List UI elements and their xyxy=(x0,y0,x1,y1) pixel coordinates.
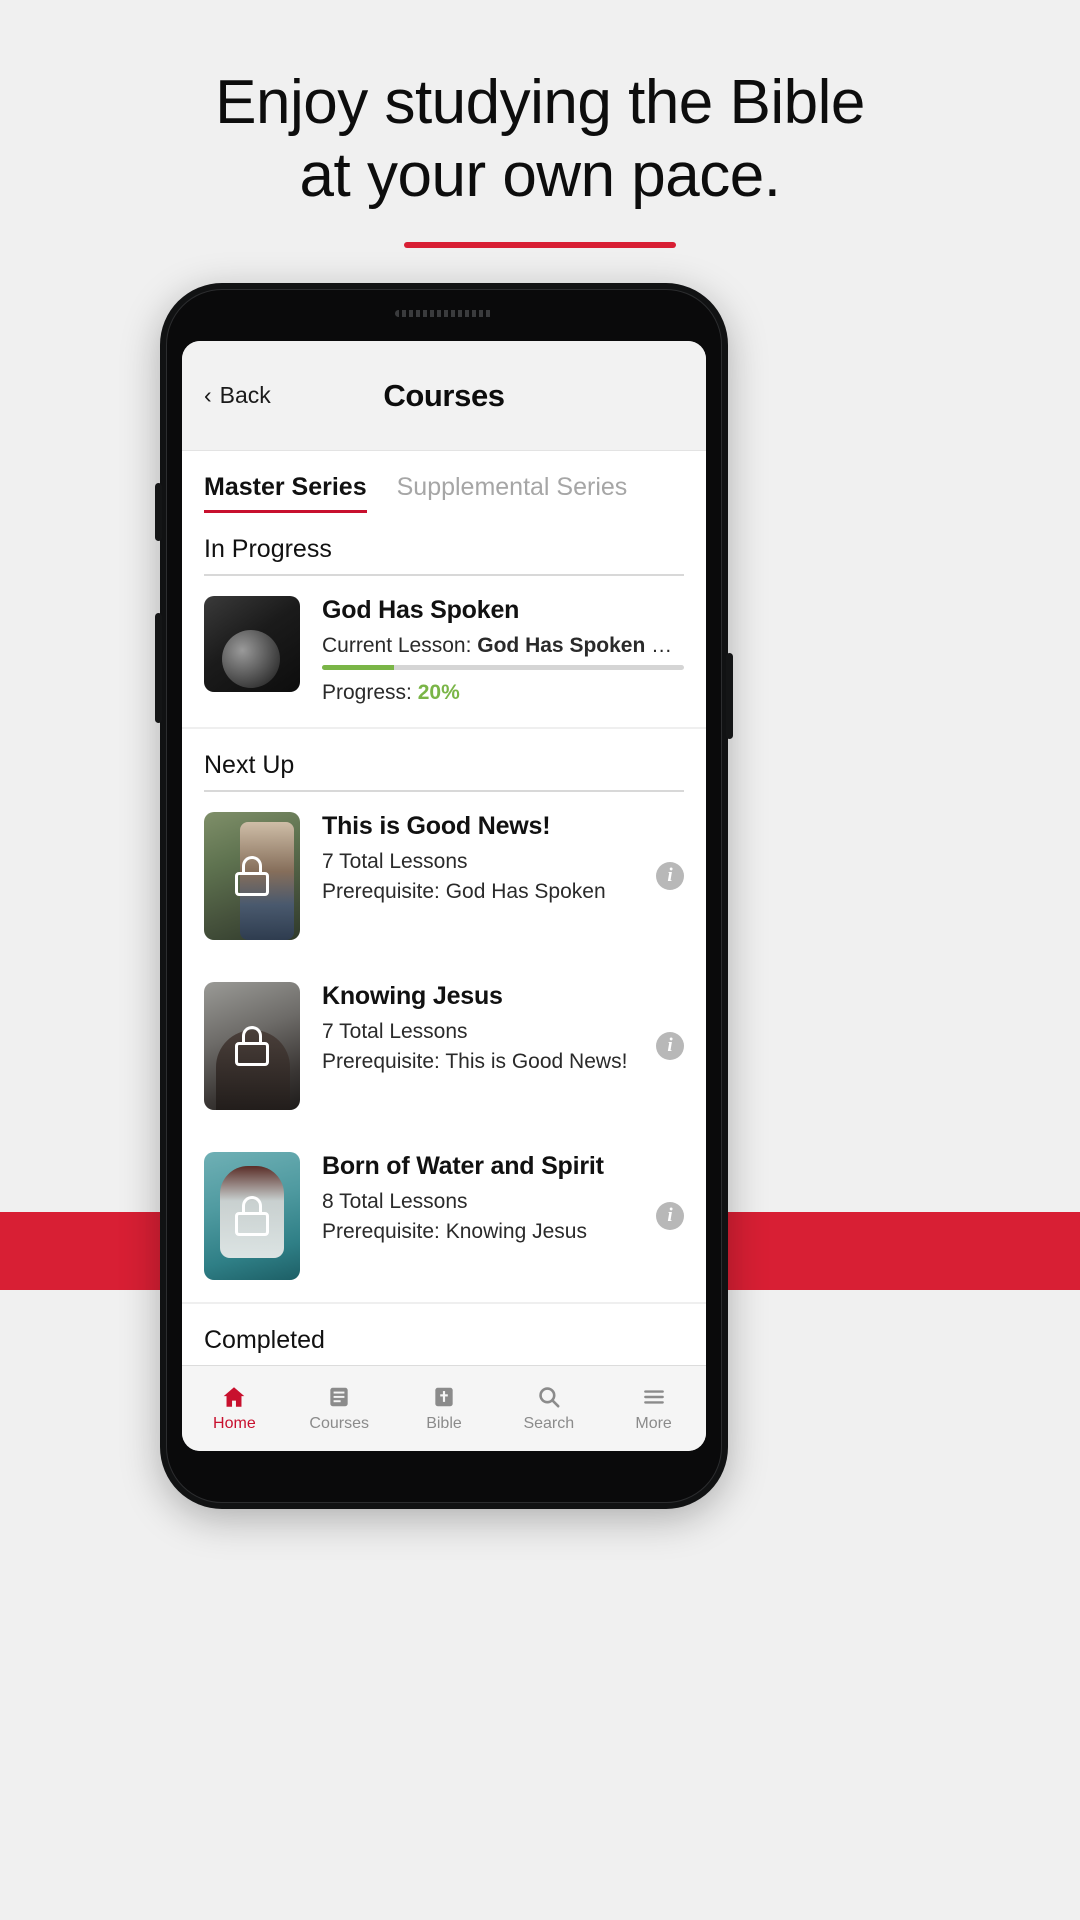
tab-supplemental-series[interactable]: Supplemental Series xyxy=(397,473,628,513)
progress-line: Progress: 20% xyxy=(322,681,684,705)
book-icon xyxy=(330,1387,348,1407)
page-title: Enjoy studying the Bible at your own pac… xyxy=(0,66,1080,212)
info-icon[interactable]: i xyxy=(656,862,684,890)
section-heading-in-progress: In Progress xyxy=(204,535,332,563)
tab-search[interactable]: Search xyxy=(496,1366,601,1451)
tab-courses-label: Courses xyxy=(309,1415,369,1432)
progress-bar-track xyxy=(322,665,684,670)
series-tab-bar: Master Series Supplemental Series xyxy=(182,451,706,513)
volume-up-button[interactable] xyxy=(155,483,162,541)
section-heading-next-up: Next Up xyxy=(204,751,295,779)
course-title: Born of Water and Spirit xyxy=(322,1152,604,1180)
course-lessons-count: 7 Total Lessons xyxy=(322,850,468,873)
app-navbar: ‹ Back Courses xyxy=(182,341,706,451)
headline-line-1: Enjoy studying the Bible xyxy=(215,68,865,137)
tab-master-series[interactable]: Master Series xyxy=(204,473,367,513)
completed-panel: Completed xyxy=(182,1304,706,1365)
tab-bible-label: Bible xyxy=(426,1415,462,1432)
course-thumbnail xyxy=(204,982,300,1110)
course-row-locked[interactable]: This is Good News! 7 Total Lessons Prere… xyxy=(182,792,706,962)
course-prerequisite: Prerequisite: God Has Spoken xyxy=(322,880,606,903)
info-icon[interactable]: i xyxy=(656,1202,684,1230)
course-lessons-count: 8 Total Lessons xyxy=(322,1190,468,1213)
next-up-panel: Next Up This is Good News! 7 Total Lesso… xyxy=(182,729,706,1302)
lock-icon xyxy=(235,1026,269,1066)
chevron-left-icon: ‹ xyxy=(204,382,212,408)
course-row-locked[interactable]: Knowing Jesus 7 Total Lessons Prerequisi… xyxy=(182,962,706,1132)
course-title: Knowing Jesus xyxy=(322,982,503,1010)
lock-icon xyxy=(235,856,269,896)
in-progress-panel: Master Series Supplemental Series In Pro… xyxy=(182,451,706,727)
back-button[interactable]: ‹ Back xyxy=(204,382,271,409)
lock-icon xyxy=(235,1196,269,1236)
course-row-in-progress[interactable]: God Has Spoken Current Lesson: God Has S… xyxy=(182,576,706,727)
thumbnail-art xyxy=(222,630,280,688)
phone-screen: ‹ Back Courses Master Series Supplementa… xyxy=(182,341,706,1451)
course-details: Knowing Jesus 7 Total Lessons Prerequisi… xyxy=(322,982,634,1080)
tab-more-label: More xyxy=(635,1415,672,1432)
course-thumbnail xyxy=(204,812,300,940)
headline-accent-rule xyxy=(404,242,676,249)
course-title: This is Good News! xyxy=(322,812,551,840)
current-lesson-label: Current Lesson: xyxy=(322,634,472,657)
tab-home-label: Home xyxy=(213,1415,256,1432)
tab-search-label: Search xyxy=(523,1415,575,1432)
marketing-headline-block: Enjoy studying the Bible at your own pac… xyxy=(0,66,1080,249)
section-heading-completed: Completed xyxy=(204,1326,325,1354)
tab-courses[interactable]: Courses xyxy=(287,1366,392,1451)
tab-master-series-label: Master Series xyxy=(204,473,367,501)
current-lesson-value: God Has Spoken T… xyxy=(477,634,684,657)
menu-icon xyxy=(643,1390,664,1404)
course-prerequisite: Prerequisite: Knowing Jesus xyxy=(322,1220,587,1243)
power-button[interactable] xyxy=(726,653,733,739)
progress-bar-fill xyxy=(322,665,395,670)
progress-value: 20% xyxy=(417,681,460,704)
search-icon xyxy=(539,1387,560,1408)
tab-more[interactable]: More xyxy=(601,1366,706,1451)
bottom-tab-bar: Home Courses Bible Search More xyxy=(182,1365,706,1451)
back-button-label: Back xyxy=(219,382,271,408)
tab-supplemental-series-label: Supplemental Series xyxy=(396,473,628,501)
course-prerequisite: Prerequisite: This is Good News! xyxy=(322,1050,628,1073)
course-details: This is Good News! 7 Total Lessons Prere… xyxy=(322,812,634,910)
progress-label: Progress: xyxy=(322,681,412,704)
course-details: God Has Spoken Current Lesson: God Has S… xyxy=(322,596,684,705)
app-scroll-body[interactable]: Master Series Supplemental Series In Pro… xyxy=(182,451,706,1365)
course-title: God Has Spoken xyxy=(322,596,520,624)
course-thumbnail xyxy=(204,596,300,692)
volume-down-button[interactable] xyxy=(155,613,162,723)
earpiece-speaker-icon xyxy=(395,310,493,317)
home-icon xyxy=(224,1387,245,1407)
course-details: Born of Water and Spirit 8 Total Lessons… xyxy=(322,1152,634,1250)
info-icon[interactable]: i xyxy=(656,1032,684,1060)
phone-mockup: ‹ Back Courses Master Series Supplementa… xyxy=(155,283,733,1509)
course-thumbnail xyxy=(204,1152,300,1280)
tab-home[interactable]: Home xyxy=(182,1366,287,1451)
bible-icon xyxy=(435,1387,453,1407)
current-lesson-line: Current Lesson: God Has Spoken T… xyxy=(322,634,684,658)
course-row-locked[interactable]: Born of Water and Spirit 8 Total Lessons… xyxy=(182,1132,706,1302)
course-lessons-count: 7 Total Lessons xyxy=(322,1020,468,1043)
tab-bible[interactable]: Bible xyxy=(392,1366,497,1451)
headline-line-2: at your own pace. xyxy=(299,141,781,211)
